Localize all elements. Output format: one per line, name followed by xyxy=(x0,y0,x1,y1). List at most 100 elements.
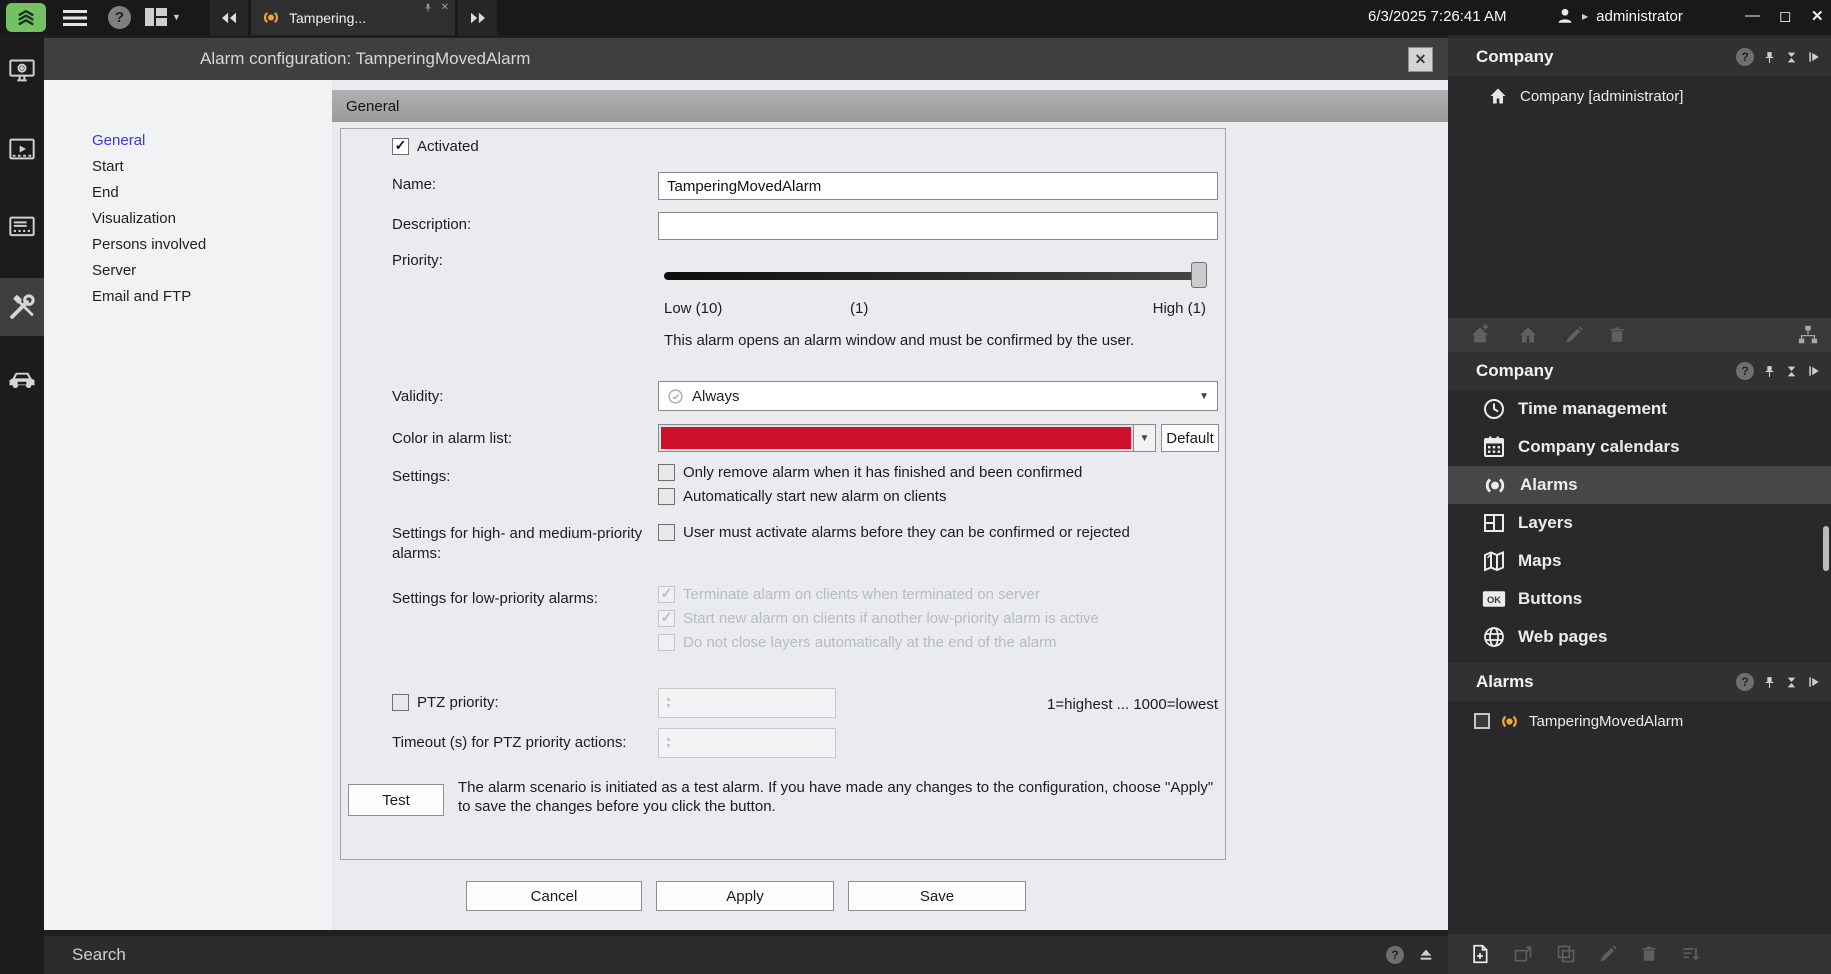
user-menu[interactable]: ▶ administrator xyxy=(1556,6,1683,26)
app-logo[interactable] xyxy=(6,3,46,32)
dialog-nav-persons-involved[interactable]: Persons involved xyxy=(92,236,206,253)
dialog-nav-server[interactable]: Server xyxy=(92,262,136,279)
explorer-toolbar xyxy=(1448,318,1831,352)
dialog-nav-email-ftp[interactable]: Email and FTP xyxy=(92,288,191,305)
panel-scrollbar[interactable] xyxy=(1823,526,1829,571)
pin-icon[interactable] xyxy=(1763,675,1776,690)
ptz-priority-label: PTZ priority: xyxy=(417,694,499,711)
sidebar-item-configuration[interactable] xyxy=(0,278,44,336)
pin-icon[interactable] xyxy=(1763,364,1776,379)
help-button[interactable]: ? xyxy=(108,6,131,29)
panel-help-icon[interactable]: ? xyxy=(1736,673,1754,691)
alarm-item-checkbox[interactable] xyxy=(1474,713,1490,729)
timeout-input: ▲ ▼ xyxy=(658,728,836,758)
panel-help-icon[interactable]: ? xyxy=(1736,48,1754,66)
user-must-activate-checkbox[interactable] xyxy=(658,524,675,541)
do-not-close-layers-label: Do not close layers automatically at the… xyxy=(683,634,1057,651)
dialog-nav-visualization[interactable]: Visualization xyxy=(92,210,176,227)
color-dropdown-button[interactable]: ▼ xyxy=(1133,424,1156,452)
test-button[interactable]: Test xyxy=(348,784,444,816)
tab-close-icon[interactable]: ✕ xyxy=(441,3,449,13)
chevron-down-icon: ▼ xyxy=(1199,390,1209,402)
tab-pin-icon[interactable] xyxy=(423,3,433,13)
org-chart-icon[interactable] xyxy=(1797,324,1831,346)
dialog-nav-general[interactable]: General xyxy=(92,132,145,149)
maximize-button[interactable]: ◻ xyxy=(1779,7,1791,25)
dialog-nav: General Start End Visualization Persons … xyxy=(44,80,332,930)
tab-scroll-left-button[interactable] xyxy=(210,0,248,35)
layers-icon xyxy=(1482,511,1506,535)
collapse-panel-icon[interactable] xyxy=(1807,364,1821,378)
sidebar-item-playback[interactable] xyxy=(0,123,44,175)
description-input[interactable] xyxy=(658,212,1218,240)
edit-pencil-button[interactable] xyxy=(1564,325,1584,345)
import-button[interactable] xyxy=(1512,944,1534,964)
tools-icon xyxy=(7,292,37,322)
top-bar: ? ▼ Tampering... ✕ 6/3/2025 7:26:41 AM ▶… xyxy=(0,0,1831,35)
auto-start-alarm-checkbox[interactable] xyxy=(658,488,675,505)
control-panel-icon xyxy=(8,213,36,241)
activated-label: Activated xyxy=(417,138,479,155)
dialog-nav-end[interactable]: End xyxy=(92,184,119,201)
name-input[interactable] xyxy=(658,172,1218,200)
panel-help-icon[interactable]: ? xyxy=(1736,362,1754,380)
calendar-icon xyxy=(1482,435,1506,459)
list-item-layers[interactable]: Layers xyxy=(1448,504,1831,542)
tab-tampering-alarm[interactable]: Tampering... ✕ xyxy=(251,0,455,35)
name-label: Name: xyxy=(392,176,437,193)
sort-button[interactable] xyxy=(1680,944,1702,964)
priority-slider-thumb[interactable] xyxy=(1191,262,1207,288)
alarm-color-swatch[interactable] xyxy=(658,424,1134,452)
map-icon xyxy=(1482,549,1506,573)
color-default-button[interactable]: Default xyxy=(1161,424,1219,452)
home-button[interactable] xyxy=(1516,324,1540,346)
high-priority-label: Settings for high- and medium-priority a… xyxy=(392,525,643,562)
add-home-button[interactable] xyxy=(1468,324,1492,346)
list-item-company-calendars[interactable]: Company calendars xyxy=(1448,428,1831,466)
search-help-icon[interactable]: ? xyxy=(1386,946,1404,964)
priority-slider-track[interactable] xyxy=(664,272,1206,280)
dialog-title: Alarm configuration: TamperingMovedAlarm xyxy=(200,49,531,68)
hourglass-icon[interactable] xyxy=(1785,50,1798,65)
ptz-priority-checkbox[interactable] xyxy=(392,694,409,711)
eject-icon[interactable] xyxy=(1418,947,1434,963)
list-item-maps[interactable]: Maps xyxy=(1448,542,1831,580)
collapse-panel-icon[interactable] xyxy=(1807,675,1821,689)
new-item-button[interactable] xyxy=(1470,943,1490,965)
only-remove-alarm-checkbox[interactable] xyxy=(658,464,675,481)
list-item-time-management[interactable]: Time management xyxy=(1448,390,1831,428)
sidebar-item-surveillance[interactable] xyxy=(0,45,44,97)
duplicate-button[interactable] xyxy=(1556,944,1576,964)
alarm-list-item-tampering-moved[interactable]: TamperingMovedAlarm xyxy=(1448,705,1831,737)
cancel-button[interactable]: Cancel xyxy=(466,881,642,911)
dialog-nav-start[interactable]: Start xyxy=(92,158,124,175)
window-close-button[interactable]: ✕ xyxy=(1811,7,1824,25)
pin-icon[interactable] xyxy=(1763,50,1776,65)
list-item-buttons[interactable]: OK Buttons xyxy=(1448,580,1831,618)
sidebar-item-lpr[interactable] xyxy=(0,353,44,405)
tab-scroll-right-button[interactable] xyxy=(458,0,497,35)
sidebar-item-reports[interactable] xyxy=(0,201,44,253)
hourglass-icon[interactable] xyxy=(1785,364,1798,379)
priority-note: This alarm opens an alarm window and mus… xyxy=(664,332,1135,349)
list-item-web-pages[interactable]: Web pages xyxy=(1448,618,1831,656)
main-menu-button[interactable] xyxy=(56,5,94,30)
tree-item-company-root[interactable]: Company [administrator] xyxy=(1488,81,1683,111)
delete-trash-button[interactable] xyxy=(1608,325,1626,345)
hourglass-icon[interactable] xyxy=(1785,675,1798,690)
list-item-alarms[interactable]: Alarms xyxy=(1448,466,1831,504)
validity-dropdown[interactable]: Always ▼ xyxy=(658,381,1218,411)
apply-button[interactable]: Apply xyxy=(656,881,834,911)
search-bar[interactable]: Search ? xyxy=(44,936,1448,974)
dialog-close-button[interactable]: ✕ xyxy=(1408,47,1433,72)
save-button[interactable]: Save xyxy=(848,881,1026,911)
collapse-panel-icon[interactable] xyxy=(1807,50,1821,64)
delete-trash-button[interactable] xyxy=(1640,944,1658,964)
layout-selector-button[interactable]: ▼ xyxy=(144,6,181,28)
alarm-configuration-dialog: General Start End Visualization Persons … xyxy=(44,80,1448,930)
mode-sidebar xyxy=(0,35,44,974)
edit-pencil-button[interactable] xyxy=(1598,944,1618,964)
activated-checkbox[interactable] xyxy=(392,138,409,155)
search-input[interactable]: Search xyxy=(44,945,126,965)
minimize-button[interactable]: — xyxy=(1745,7,1760,24)
